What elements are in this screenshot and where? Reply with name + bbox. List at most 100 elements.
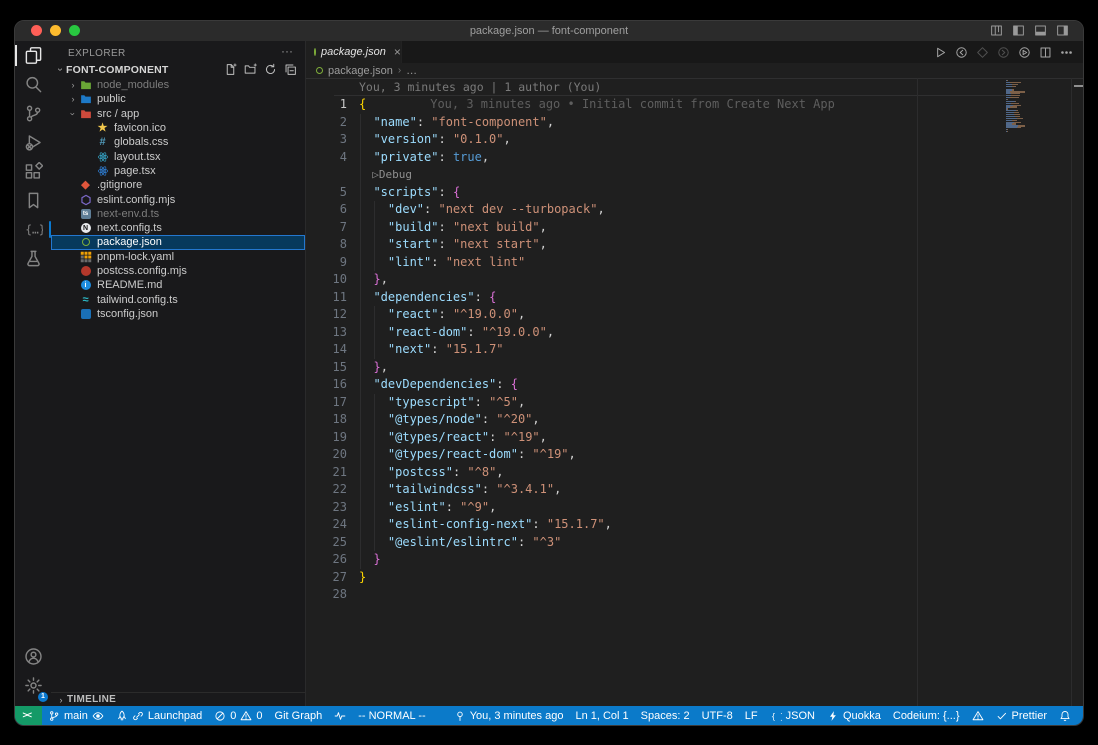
tab-package-json[interactable]: package.json × bbox=[306, 41, 402, 63]
overview-ruler-mark bbox=[1074, 85, 1083, 87]
tree-item-next.config.ts[interactable]: Nnext.config.ts bbox=[51, 221, 305, 235]
status-codeium[interactable]: Codeium: {...} bbox=[887, 710, 966, 722]
status-remote[interactable]: >< bbox=[15, 706, 42, 725]
status-problems[interactable]: 00 bbox=[208, 710, 268, 722]
tree-item-layout.tsx[interactable]: layout.tsx bbox=[51, 149, 305, 163]
activity-bar-item-bookmarks[interactable] bbox=[15, 186, 51, 215]
breadcrumb[interactable]: package.json › … bbox=[306, 63, 1083, 78]
code-line-25: "@eslint/eslintrc": "^3" bbox=[359, 534, 561, 552]
braces-text-icon: { } bbox=[770, 710, 782, 722]
svg-text:{ }: { } bbox=[771, 712, 782, 721]
editor-ruler bbox=[917, 78, 918, 706]
new-folder-icon[interactable] bbox=[244, 63, 257, 76]
status-quokka[interactable]: Quokka bbox=[821, 710, 887, 722]
new-file-icon[interactable] bbox=[224, 63, 237, 76]
breadcrumb-symbol[interactable]: … bbox=[406, 65, 417, 77]
file-name: README.md bbox=[97, 279, 162, 291]
editor-actions bbox=[934, 41, 1073, 63]
status-vim-mode[interactable]: -- NORMAL -- bbox=[352, 710, 431, 722]
status-pulse[interactable] bbox=[328, 710, 352, 722]
tree-item-node-modules[interactable]: ›node_modules bbox=[51, 78, 305, 92]
pulse-icon bbox=[334, 710, 346, 722]
panel-bottom-icon[interactable] bbox=[1034, 24, 1047, 37]
sidebar-more-actions-button[interactable]: ··· bbox=[281, 41, 293, 62]
code-line-18: "@types/node": "^20", bbox=[359, 411, 540, 429]
code-line-15: }, bbox=[359, 359, 388, 377]
search-icon bbox=[24, 75, 43, 94]
status-blame[interactable]: You, 3 minutes ago bbox=[448, 710, 570, 722]
tsconfig-icon bbox=[79, 307, 92, 320]
tree-item-.gitignore[interactable]: ◆.gitignore bbox=[51, 178, 305, 192]
code-line-8: "start": "next start", bbox=[359, 236, 547, 254]
tree-item-public[interactable]: ›public bbox=[51, 92, 305, 106]
run-circle-icon[interactable] bbox=[1018, 46, 1031, 59]
line-number: 24 bbox=[306, 516, 347, 534]
lightning-icon bbox=[827, 710, 839, 722]
tree-item-src-app[interactable]: ›src / app bbox=[51, 107, 305, 121]
status-eol[interactable]: LF bbox=[739, 710, 764, 722]
activity-bar-item-accounts[interactable] bbox=[15, 642, 51, 671]
nav-forward-icon[interactable] bbox=[997, 46, 1010, 59]
tree-item-tsconfig.json[interactable]: tsconfig.json bbox=[51, 307, 305, 321]
explorer-section-header[interactable]: › FONT-COMPONENT bbox=[51, 62, 305, 77]
status-prettier[interactable]: Prettier bbox=[990, 710, 1053, 722]
status-git-graph[interactable]: Git Graph bbox=[269, 710, 329, 722]
status-launchpad[interactable]: Launchpad bbox=[110, 710, 208, 722]
collapse-all-icon[interactable] bbox=[284, 63, 297, 76]
columns-layout-icon[interactable] bbox=[990, 24, 1003, 37]
activity-bar-item-testing[interactable] bbox=[15, 244, 51, 273]
refresh-icon[interactable] bbox=[264, 63, 277, 76]
nav-diamond-icon[interactable] bbox=[976, 46, 989, 59]
status-indentation[interactable]: Spaces: 2 bbox=[635, 710, 696, 722]
codelens-debug[interactable]: ▷Debug bbox=[359, 166, 412, 184]
status-cursor-position[interactable]: Ln 1, Col 1 bbox=[569, 710, 634, 722]
activity-bar-item-search[interactable] bbox=[15, 70, 51, 99]
screenshot-root: { "window": { "title": "package.json — f… bbox=[0, 0, 1098, 745]
breadcrumb-file[interactable]: package.json bbox=[328, 65, 393, 77]
tree-item-eslint.config.mjs[interactable]: eslint.config.mjs bbox=[51, 192, 305, 206]
tree-item-postcss.config.mjs[interactable]: postcss.config.mjs bbox=[51, 264, 305, 278]
activity-bar-item-snippets[interactable]: {…} bbox=[15, 215, 51, 244]
workbench: {…}1 EXPLORER ··· › FONT-COMPONENT ›node… bbox=[15, 41, 1083, 706]
tree-item-package.json[interactable]: package.json bbox=[51, 235, 305, 249]
tree-item-globals.css[interactable]: #globals.css bbox=[51, 135, 305, 149]
react-icon bbox=[96, 150, 109, 163]
more-icon[interactable] bbox=[1060, 46, 1073, 59]
play-icon[interactable] bbox=[934, 46, 947, 59]
status-warning-indicator[interactable] bbox=[966, 710, 990, 722]
project-name: FONT-COMPONENT bbox=[66, 64, 169, 76]
file-name: postcss.config.mjs bbox=[97, 265, 187, 277]
activity-bar-item-source-control[interactable] bbox=[15, 99, 51, 128]
tree-item-pnpm-lock.yaml[interactable]: pnpm-lock.yaml bbox=[51, 250, 305, 264]
tree-item-favicon.ico[interactable]: ★favicon.ico bbox=[51, 121, 305, 135]
activity-bar-item-settings[interactable]: 1 bbox=[15, 671, 51, 700]
code-line-14: "next": "15.1.7" bbox=[359, 341, 504, 359]
tree-item-readme.md[interactable]: iREADME.md bbox=[51, 278, 305, 292]
status-git-branch[interactable]: main bbox=[42, 710, 110, 722]
activity-bar-item-run-debug[interactable] bbox=[15, 128, 51, 157]
tree-item-tailwind.config.ts[interactable]: ≈tailwind.config.ts bbox=[51, 292, 305, 306]
panel-right-icon[interactable] bbox=[1056, 24, 1069, 37]
code-line-7: "build": "next build", bbox=[359, 219, 547, 237]
panel-left-icon[interactable] bbox=[1012, 24, 1025, 37]
activity-bar-item-extensions[interactable] bbox=[15, 157, 51, 186]
file-name: next.config.ts bbox=[97, 222, 162, 234]
status-language-mode[interactable]: { }JSON bbox=[764, 710, 821, 722]
minimap[interactable] bbox=[1006, 80, 1066, 135]
tree-item-next-env.d.ts[interactable]: tsnext-env.d.ts bbox=[51, 207, 305, 221]
status-notifications[interactable] bbox=[1053, 710, 1077, 722]
timeline-section[interactable]: › TIMELINE bbox=[51, 692, 305, 706]
breadcrumb-separator: › bbox=[398, 65, 401, 76]
file-name: .gitignore bbox=[97, 179, 142, 191]
split-editor-icon[interactable] bbox=[1039, 46, 1052, 59]
code-editor[interactable]: You, 3 minutes ago | 1 author (You) 1{Yo… bbox=[306, 78, 1083, 706]
close-tab-button[interactable]: × bbox=[394, 46, 401, 58]
source-control-icon bbox=[24, 104, 43, 123]
indent-guide bbox=[374, 394, 375, 552]
tree-item-page.tsx[interactable]: page.tsx bbox=[51, 164, 305, 178]
activity-bar-item-explorer[interactable] bbox=[15, 41, 51, 70]
status-encoding[interactable]: UTF-8 bbox=[696, 710, 739, 722]
layout-controls bbox=[990, 24, 1069, 37]
nav-back-icon[interactable] bbox=[955, 46, 968, 59]
status-label: -- NORMAL -- bbox=[358, 710, 425, 722]
